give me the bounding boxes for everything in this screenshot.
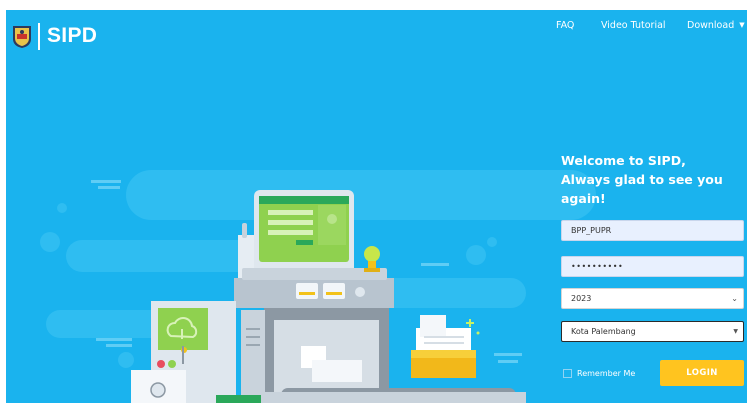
gauge-icon bbox=[323, 283, 345, 299]
bg-line bbox=[494, 353, 522, 356]
chevron-down-icon: ⌄ bbox=[731, 294, 738, 303]
bg-line bbox=[498, 360, 518, 363]
welcome-line-2: Always glad to see you again! bbox=[561, 172, 723, 206]
bg-dot bbox=[40, 232, 60, 252]
bg-dot bbox=[118, 352, 134, 368]
nav-faq-link[interactable]: FAQ bbox=[556, 20, 574, 31]
nav-video-tutorial-link[interactable]: Video Tutorial bbox=[601, 20, 666, 31]
bg-line bbox=[421, 263, 449, 266]
bulb-icon bbox=[364, 246, 380, 262]
garuda-emblem-icon[interactable] bbox=[12, 25, 32, 49]
remember-me-row[interactable]: Remember Me bbox=[563, 369, 635, 378]
year-select-value: 2023 bbox=[571, 294, 592, 303]
bg-dot bbox=[487, 237, 497, 247]
bg-line bbox=[106, 344, 132, 347]
welcome-line-1: Welcome to SIPD, bbox=[561, 153, 686, 168]
nav-download-label: Download bbox=[687, 20, 735, 31]
gauge-icon bbox=[296, 283, 318, 299]
login-page: SIPD FAQ Video Tutorial Download ▼ Welcom… bbox=[6, 10, 747, 403]
bg-line bbox=[96, 338, 132, 341]
logo-divider bbox=[38, 23, 40, 50]
nav-download-dropdown[interactable]: Download ▼ bbox=[687, 20, 745, 31]
password-input[interactable] bbox=[561, 256, 744, 277]
remember-me-label: Remember Me bbox=[577, 369, 636, 378]
year-select[interactable]: 2023 ⌄ bbox=[561, 288, 744, 309]
welcome-message: Welcome to SIPD, Always glad to see you … bbox=[561, 151, 747, 208]
top-strip bbox=[0, 0, 751, 10]
bg-line bbox=[91, 180, 121, 183]
bg-blob bbox=[126, 170, 596, 220]
username-input[interactable] bbox=[561, 220, 744, 241]
caret-down-icon: ▼ bbox=[733, 328, 738, 335]
remember-me-checkbox[interactable] bbox=[563, 369, 572, 378]
region-select-value: Kota Palembang bbox=[571, 327, 636, 336]
region-select[interactable]: Kota Palembang ▼ bbox=[561, 321, 744, 342]
caret-down-icon: ▼ bbox=[739, 21, 745, 29]
login-button[interactable]: LOGIN bbox=[660, 360, 744, 386]
bg-line bbox=[98, 186, 120, 189]
brand-title[interactable]: SIPD bbox=[47, 24, 97, 48]
bg-dot bbox=[57, 203, 67, 213]
bg-dot bbox=[466, 245, 486, 265]
